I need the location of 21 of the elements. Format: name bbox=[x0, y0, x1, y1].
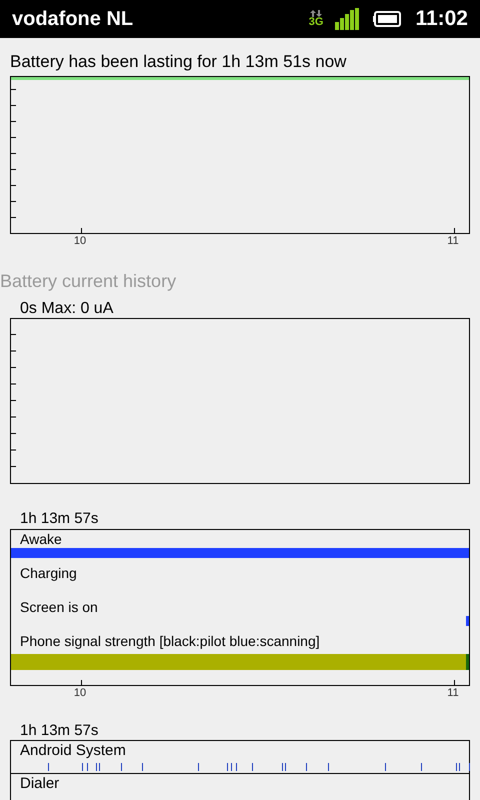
row-label: Screen is on bbox=[19, 598, 99, 616]
app-name: Android System bbox=[19, 741, 127, 761]
network-type: 3G bbox=[308, 17, 324, 28]
signal-icon bbox=[335, 8, 360, 30]
axis-label: 10 bbox=[74, 235, 86, 248]
section-heading: Battery current history bbox=[0, 270, 178, 292]
duration-label: 1h 13m 57s bbox=[19, 509, 100, 529]
duration-label: 1h 13m 57s bbox=[19, 721, 100, 740]
chart-caption: 0s Max: 0 uA bbox=[19, 300, 114, 318]
data-arrows-icon bbox=[310, 10, 322, 17]
row-label: Awake bbox=[19, 530, 63, 548]
chart-title: Battery has been lasting for 1h 13m 51s now bbox=[9, 51, 348, 73]
axis-label: 10 bbox=[74, 687, 86, 700]
battery-icon bbox=[373, 11, 402, 27]
app-name: Dialer bbox=[19, 774, 60, 794]
row-label: Charging bbox=[19, 564, 78, 582]
axis-label: 11 bbox=[447, 235, 459, 248]
carrier-name: vodafone NL bbox=[12, 7, 134, 32]
axis-label: 11 bbox=[447, 687, 459, 700]
clock: 11:02 bbox=[415, 6, 468, 32]
row-label: Phone signal strength [black:pilot blue:scanning] bbox=[19, 632, 321, 650]
